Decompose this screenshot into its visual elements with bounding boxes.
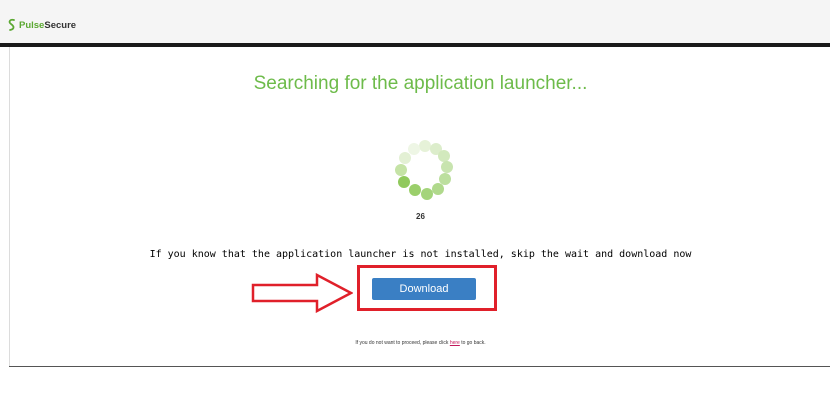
spinner-dot [438,150,450,162]
go-back-suffix: to go back. [459,340,486,346]
header: Pulse Secure [0,0,830,43]
spinner-dot [419,140,431,152]
spinner-dot [421,188,433,200]
page-title: Searching for the application launcher..… [253,73,588,94]
spinner-dot [439,173,451,185]
pulse-secure-logo-icon [8,18,15,31]
red-outline-arrow-icon [251,273,353,313]
spinner-dot [408,143,420,155]
spinner-dot [441,161,453,173]
spinner-dot [399,152,411,164]
go-back-link[interactable]: here [450,340,460,346]
go-back-prefix: If you do not want to proceed, please cl… [355,340,450,346]
spinner-dot [398,176,410,188]
countdown-value: 26 [416,212,425,221]
go-back-message: If you do not want to proceed, please cl… [10,340,830,346]
logo-text-secure: Secure [44,19,77,31]
download-button[interactable]: Download [372,278,476,300]
skip-wait-message: If you know that the application launche… [149,249,692,260]
pulse-secure-logo: Pulse Secure [7,18,76,32]
spinner-dot [395,164,407,176]
spinner-dot [432,183,444,195]
main-content: Searching for the application launcher..… [9,47,830,366]
spinner-dot [409,184,421,196]
browser-page: Pulse Secure Searching for the applicatio… [0,0,830,407]
logo-text-pulse: Pulse [19,19,45,31]
loading-spinner-icon [395,140,453,200]
bottom-divider [9,366,830,367]
